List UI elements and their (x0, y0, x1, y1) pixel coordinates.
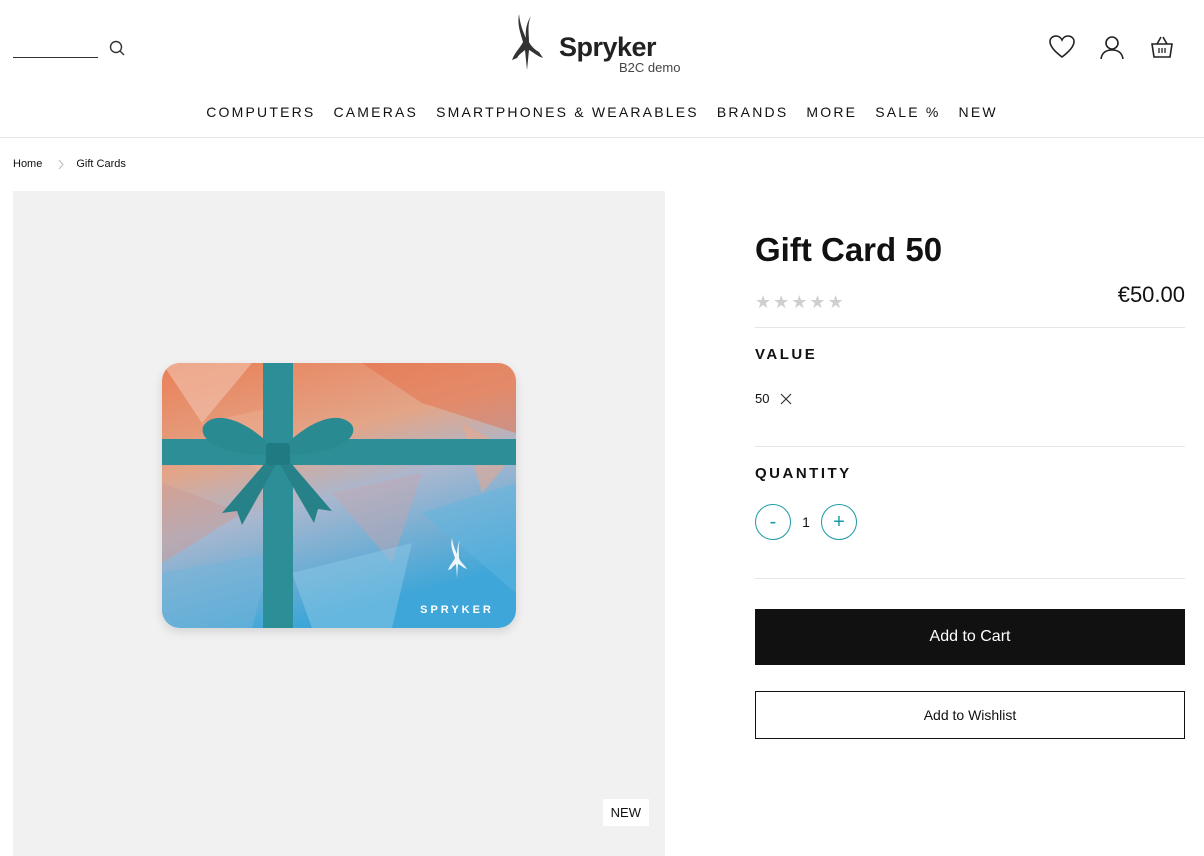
nav-item-computers[interactable]: COMPUTERS (197, 104, 324, 120)
nav-item-brands[interactable]: BRANDS (708, 104, 798, 120)
value-chip-label: 50 (755, 391, 770, 406)
add-to-cart-button[interactable]: Add to Cart (755, 609, 1185, 665)
header-actions (1048, 33, 1176, 61)
cart-icon[interactable] (1148, 33, 1176, 61)
product-price: €50.00 (1117, 282, 1185, 307)
breadcrumb-home[interactable]: Home (13, 158, 42, 170)
search-bar (13, 38, 126, 58)
rating-stars: ★ ★ ★ ★ ★ (755, 293, 844, 311)
quantity-label: QUANTITY (755, 465, 852, 482)
value-section: VALUE 50 (755, 328, 1185, 446)
breadcrumb: Home Gift Cards (13, 158, 126, 170)
nav-item-more[interactable]: MORE (797, 104, 866, 120)
main-nav: COMPUTERS CAMERAS SMARTPHONES & WEARABLE… (0, 104, 1204, 120)
heart-icon[interactable] (1048, 33, 1076, 61)
rating-price-row: ★ ★ ★ ★ ★ €50.00 (755, 282, 1185, 317)
product-details: Gift Card 50 ★ ★ ★ ★ ★ €50.00 VALUE 50 Q… (755, 191, 1185, 739)
new-badge: NEW (602, 799, 649, 826)
user-icon[interactable] (1098, 33, 1126, 61)
logo[interactable]: Spryker B2C demo (505, 12, 695, 78)
nav-item-cameras[interactable]: CAMERAS (324, 104, 427, 120)
value-chip: 50 (755, 391, 1185, 406)
star-icon: ★ (809, 292, 826, 312)
star-icon: ★ (791, 292, 808, 312)
logo-antelope-icon (505, 12, 549, 76)
quantity-section: QUANTITY - 1 + (755, 447, 1185, 578)
logo-subtitle: B2C demo (619, 60, 681, 75)
nav-item-new[interactable]: NEW (950, 104, 1007, 120)
decrease-quantity-button[interactable]: - (755, 504, 791, 540)
nav-item-smartphones-wearables[interactable]: SMARTPHONES & WEARABLES (427, 104, 708, 120)
gift-card-image[interactable]: SPRYKER (162, 363, 516, 628)
star-icon: ★ (827, 292, 844, 312)
nav-item-sale[interactable]: SALE % (866, 104, 949, 120)
star-icon: ★ (755, 292, 772, 312)
nav-divider (0, 137, 1204, 138)
divider (755, 578, 1185, 579)
search-icon[interactable] (108, 39, 126, 57)
product-title: Gift Card 50 (755, 231, 943, 268)
gift-card-brand-text: SPRYKER (420, 604, 494, 616)
breadcrumb-current: Gift Cards (76, 158, 126, 170)
chevron-right-icon (58, 159, 65, 170)
increase-quantity-button[interactable]: + (821, 504, 857, 540)
close-icon[interactable] (779, 392, 793, 406)
add-to-wishlist-button[interactable]: Add to Wishlist (755, 691, 1185, 739)
star-icon: ★ (773, 292, 790, 312)
value-label: VALUE (755, 346, 818, 363)
quantity-stepper: - 1 + (755, 504, 1185, 540)
quantity-value[interactable]: 1 (791, 514, 821, 530)
search-input[interactable] (13, 38, 98, 58)
product-image-panel: SPRYKER NEW (13, 191, 665, 856)
logo-name: Spryker (559, 32, 657, 62)
